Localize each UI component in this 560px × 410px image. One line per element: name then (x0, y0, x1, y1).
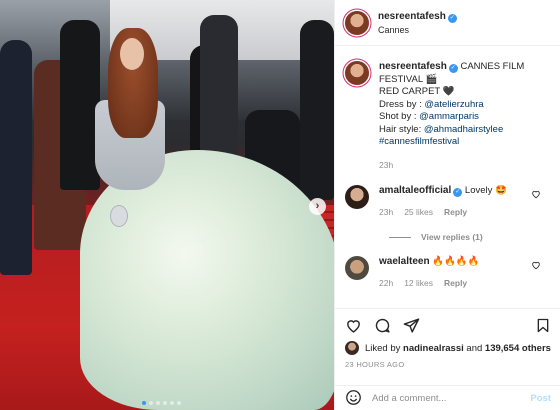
paper-plane-icon[interactable] (403, 317, 420, 334)
comment-time[interactable]: 23h (379, 206, 393, 219)
likes-prefix: Liked by (365, 342, 404, 354)
post-comment-button[interactable]: Post (530, 393, 551, 404)
caption-text: RED CARPET 🖤 (379, 86, 455, 97)
comment-text: 🔥🔥🔥🔥 (432, 256, 480, 267)
bookmark-icon[interactable] (535, 317, 551, 334)
commenter-username[interactable]: amaltaleofficial (379, 185, 451, 196)
liker-avatar[interactable] (345, 341, 359, 355)
view-replies-label: View replies (1) (421, 232, 483, 242)
post-header: nesreentafesh ✓ Cannes (335, 0, 560, 46)
post-timestamp[interactable]: 23 HOURS AGO (335, 355, 560, 369)
comment-likes[interactable]: 12 likes (404, 277, 433, 290)
caption-avatar[interactable] (345, 61, 369, 85)
carousel-dot (156, 401, 160, 405)
heart-icon[interactable] (531, 260, 541, 272)
caption-label: Hair style: (379, 123, 424, 135)
commenter-avatar[interactable] (345, 256, 369, 280)
liker-username[interactable]: nadinealrassi (403, 343, 464, 354)
carousel-dot (163, 401, 167, 405)
carousel-dots (142, 401, 181, 405)
verified-badge-icon: ✓ (453, 188, 463, 197)
mention-link[interactable]: @ahmadhairstylee (424, 124, 503, 135)
location-link[interactable]: Cannes (378, 25, 457, 35)
clutch-bag (110, 205, 128, 227)
post-sidebar: nesreentafesh ✓ Cannes nesreentafesh ✓ CAN… (334, 0, 560, 410)
mention-link[interactable]: @ammarparis (419, 111, 479, 122)
reply-button[interactable]: Reply (444, 206, 467, 219)
author-avatar[interactable] (345, 10, 369, 35)
comment-likes[interactable]: 25 likes (404, 206, 433, 219)
author-username[interactable]: nesreentafesh (378, 11, 446, 22)
caption-time[interactable]: 23h (379, 159, 551, 172)
caption-username[interactable]: nesreentafesh (379, 61, 447, 72)
carousel-dot (149, 401, 153, 405)
bystander (60, 20, 100, 190)
caption-label: Shot by : (379, 111, 420, 122)
post-photo[interactable]: › (0, 0, 334, 410)
comment-row: amaltaleofficial ✓ Lovely 🤩 23h 25 likes … (345, 185, 551, 218)
mention-link[interactable]: @atelierzuhra (424, 99, 483, 110)
comment-icon[interactable] (374, 317, 391, 334)
add-comment-bar: Add a comment... Post (335, 385, 560, 410)
chevron-right-icon[interactable]: › (309, 198, 326, 215)
bystander (0, 40, 32, 275)
caption: nesreentafesh ✓ CANNES FILM FESTIVAL 🎬 RE… (345, 61, 551, 171)
heart-icon[interactable] (531, 189, 541, 201)
post-actions-section: Liked by nadinealrassi and 139,654 other… (335, 308, 560, 405)
hashtag-link[interactable]: #cannesfilmfestival (379, 136, 459, 147)
bystander (300, 20, 334, 200)
comments-section: nesreentafesh ✓ CANNES FILM FESTIVAL 🎬 RE… (335, 47, 560, 297)
action-bar (335, 309, 560, 341)
face (120, 38, 144, 70)
reply-button[interactable]: Reply (444, 277, 467, 290)
carousel-dot (142, 401, 146, 405)
likes-count-link[interactable]: 139,654 others (485, 343, 551, 354)
verified-badge-icon: ✓ (447, 13, 457, 23)
commenter-username[interactable]: waelalteen (379, 256, 430, 267)
commenter-avatar[interactable] (345, 185, 369, 209)
caption-label: Dress by : (379, 98, 425, 110)
likes-middle: and (463, 342, 485, 354)
smiley-icon[interactable] (345, 389, 362, 409)
comment-text: Lovely 🤩 (464, 185, 507, 196)
carousel-dot (170, 401, 174, 405)
likes-summary: Liked by nadinealrassi and 139,654 other… (335, 341, 560, 355)
comment-input[interactable]: Add a comment... (372, 393, 530, 404)
divider (389, 236, 411, 238)
comment-time[interactable]: 22h (379, 277, 393, 290)
heart-icon[interactable] (345, 317, 362, 334)
view-replies-button[interactable]: View replies (1) (389, 232, 551, 242)
verified-badge-icon: ✓ (448, 64, 458, 73)
carousel-dot (177, 401, 181, 405)
comment-row: waelalteen 🔥🔥🔥🔥 22h 12 likes Reply (345, 256, 551, 289)
